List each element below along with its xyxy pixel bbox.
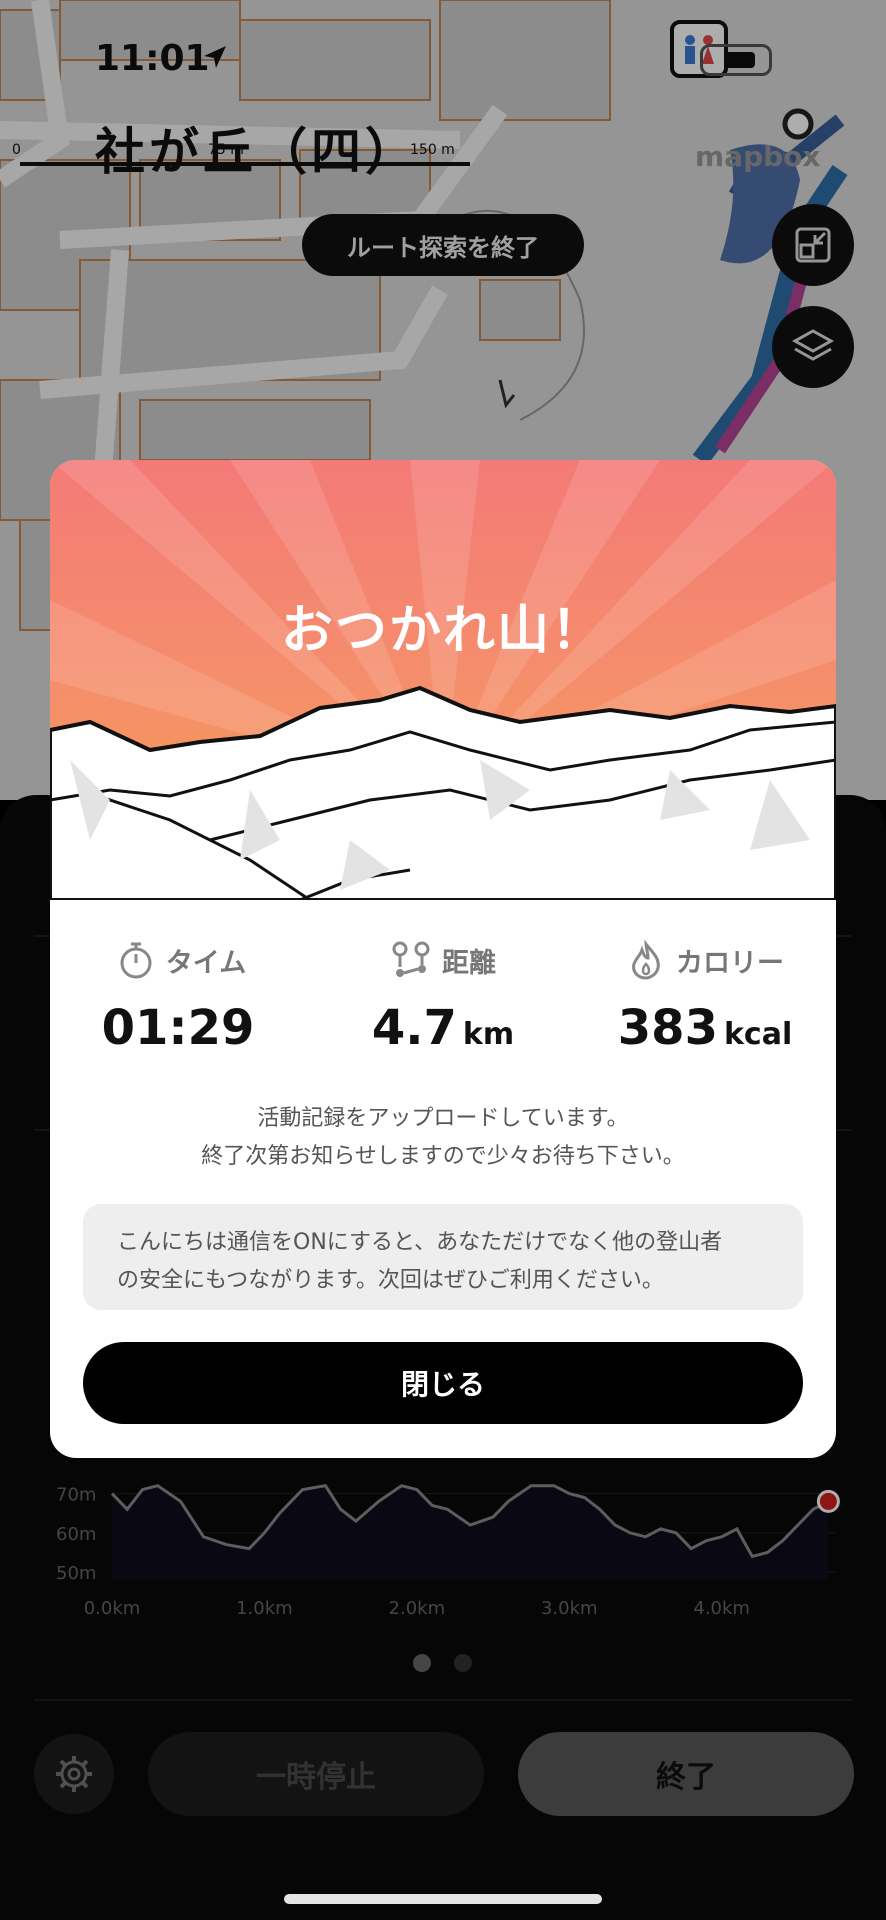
connectivity-tip-box: こんにちは通信をONにすると、あなただけでなく他の登山者 の安全にもつながります… xyxy=(83,1204,803,1310)
stat-time: タイム 01:29 xyxy=(50,938,312,1056)
mountain-banner-illustration xyxy=(50,460,836,900)
flame-icon xyxy=(632,940,660,980)
upload-message-line: 終了次第お知らせしますので少々お待ち下さい。 xyxy=(201,1144,685,1169)
stat-calories: カロリー 383 kcal xyxy=(574,938,836,1056)
stat-value: 4.7 xyxy=(371,1000,457,1056)
completion-modal: おつかれ山！ タイム 01:29 距離 4.7 km カロリー 383 kcal… xyxy=(50,460,836,1458)
stat-value: 383 xyxy=(617,1000,718,1056)
route-icon xyxy=(392,941,430,977)
stat-unit: kcal xyxy=(723,1017,793,1052)
tip-line: の安全にもつながります。次回はぜひご利用ください。 xyxy=(117,1268,664,1293)
stat-unit: km xyxy=(462,1017,515,1052)
home-indicator xyxy=(284,1894,602,1904)
stat-value: 01:29 xyxy=(101,1000,255,1056)
upload-message-line: 活動記録をアップロードしています。 xyxy=(257,1106,629,1131)
upload-message: 活動記録をアップロードしています。 終了次第お知らせしますので少々お待ち下さい。 xyxy=(50,1100,836,1176)
tip-line: こんにちは通信をONにすると、あなただけでなく他の登山者 xyxy=(117,1230,723,1255)
modal-title: おつかれ山！ xyxy=(280,601,605,661)
stat-label: 距離 xyxy=(442,947,496,979)
close-button[interactable]: 閉じる xyxy=(83,1342,803,1424)
stat-label: タイム xyxy=(165,947,247,979)
stopwatch-icon xyxy=(120,942,152,979)
stat-label: カロリー xyxy=(676,947,784,979)
stat-distance: 距離 4.7 km xyxy=(312,938,574,1056)
